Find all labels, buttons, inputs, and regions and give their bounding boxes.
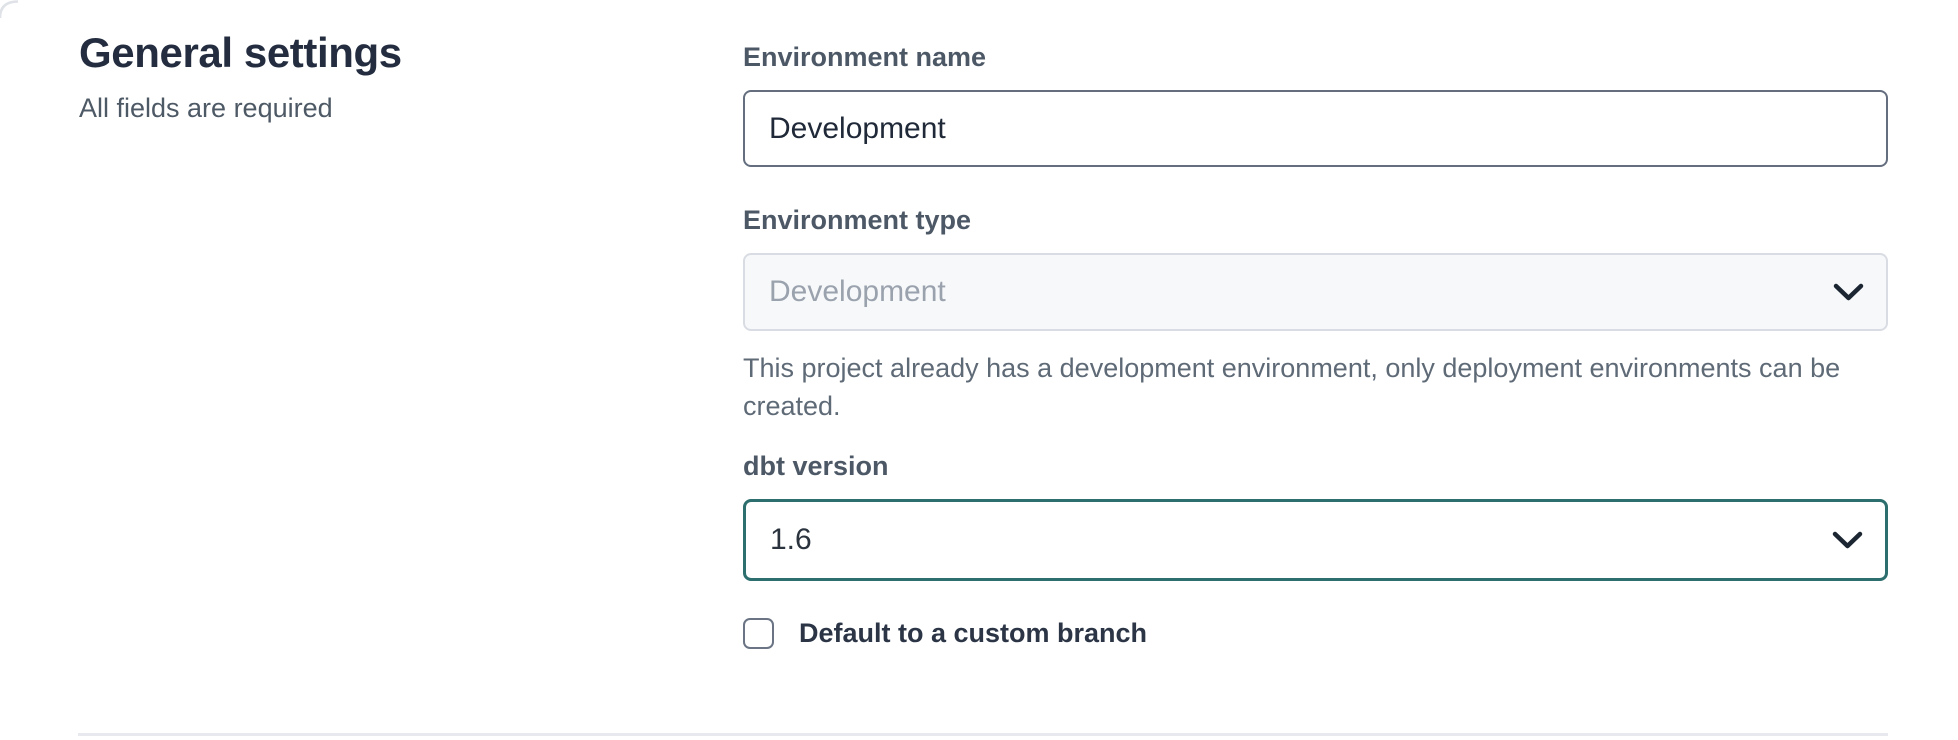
environment-name-label: Environment name (743, 40, 1888, 74)
custom-branch-label[interactable]: Default to a custom branch (799, 617, 1147, 649)
general-settings-form: Environment name Environment type Develo… (743, 40, 1888, 649)
environment-type-selected-value: Development (769, 275, 946, 309)
dbt-version-label: dbt version (743, 449, 1888, 483)
environment-name-input[interactable] (743, 90, 1888, 167)
chevron-down-icon (1832, 531, 1863, 550)
section-divider (78, 733, 1888, 736)
page-title: General settings (79, 30, 639, 76)
page-subtitle: All fields are required (79, 92, 639, 124)
chevron-down-icon (1833, 283, 1864, 302)
dbt-version-selected-value: 1.6 (770, 523, 812, 557)
environment-type-select[interactable]: Development (743, 253, 1888, 331)
panel-corner-decoration (0, 0, 20, 20)
settings-header: General settings All fields are required (79, 30, 639, 125)
environment-type-label: Environment type (743, 203, 1888, 237)
dbt-version-select[interactable]: 1.6 (743, 499, 1888, 581)
custom-branch-checkbox[interactable] (743, 618, 774, 649)
custom-branch-row: Default to a custom branch (743, 617, 1888, 649)
environment-type-helper-text: This project already has a development e… (743, 349, 1853, 425)
